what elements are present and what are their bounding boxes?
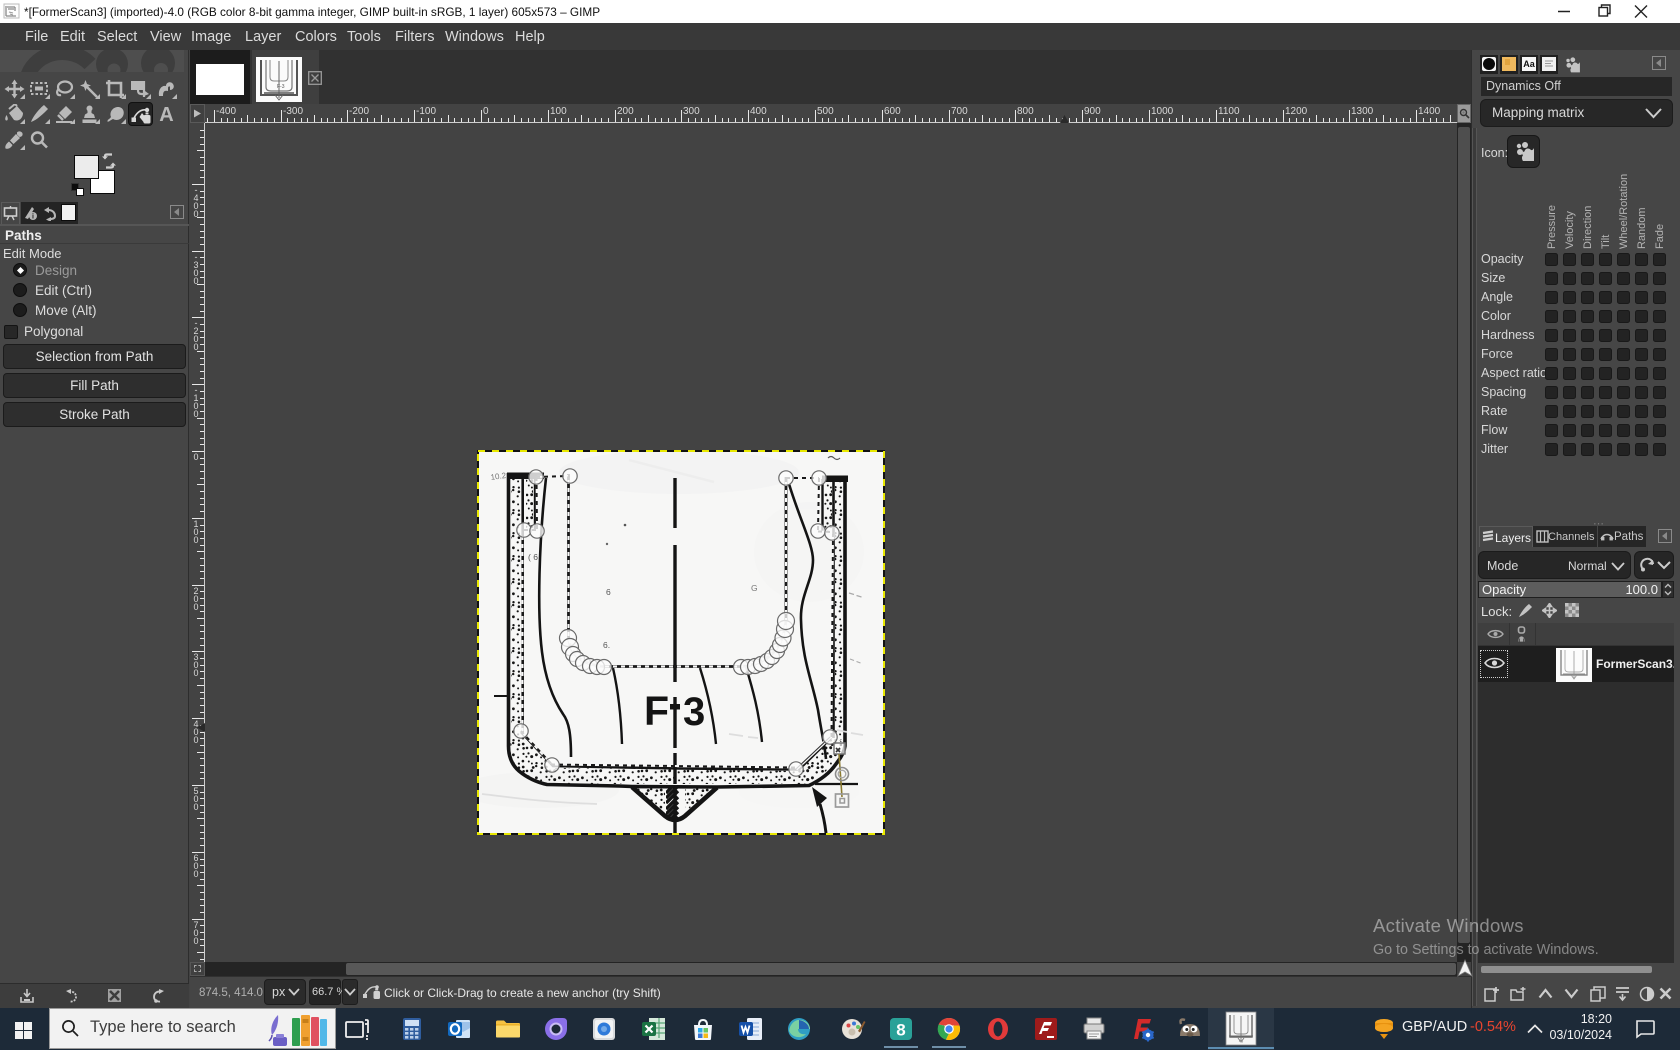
svg-text:Tilt: Tilt (1600, 235, 1612, 249)
svg-text:Fade: Fade (1654, 224, 1666, 249)
svg-text:Pressure: Pressure (1546, 205, 1558, 249)
svg-text:Velocity: Velocity (1564, 211, 1576, 249)
svg-text:A: A (159, 104, 173, 124)
svg-text:i: i (32, 214, 34, 221)
svg-text:8: 8 (896, 1021, 905, 1040)
svg-text:F-3: F-3 (277, 84, 285, 90)
svg-text:Wheel/Rotation: Wheel/Rotation (1618, 174, 1630, 249)
svg-text:Direction: Direction (1582, 206, 1594, 249)
svg-text:Random: Random (1636, 207, 1648, 249)
